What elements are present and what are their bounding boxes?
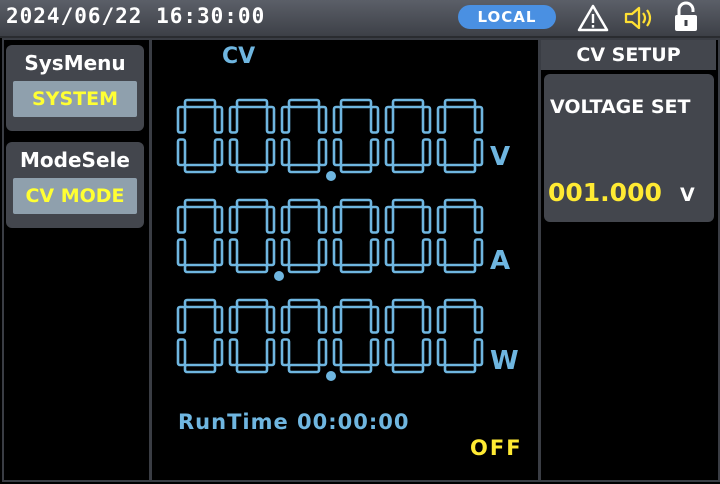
digit <box>280 298 328 374</box>
sysmenu-title: SysMenu <box>24 51 126 75</box>
voltage-set-unit: V <box>680 184 695 206</box>
current-readout <box>176 198 484 281</box>
modesele-softkey[interactable]: ModeSele CV MODE <box>6 142 144 228</box>
digit <box>228 298 276 374</box>
status-bar: 2024/06/22 16:30:00 LOCAL <box>0 0 720 38</box>
digit <box>384 98 432 174</box>
decimal-point <box>326 371 336 381</box>
speaker-icon <box>624 6 652 30</box>
sysmenu-softkey[interactable]: SysMenu SYSTEM <box>6 45 144 131</box>
digit <box>384 198 432 274</box>
lock-icon <box>675 1 697 31</box>
datetime: 2024/06/22 16:30:00 <box>6 4 266 28</box>
digit <box>436 198 484 274</box>
voltage-set-label: VOLTAGE SET <box>550 96 691 118</box>
digit <box>332 98 380 174</box>
decimal-point <box>326 171 336 181</box>
setup-title: CV SETUP <box>541 40 716 70</box>
digit <box>332 298 380 374</box>
voltage-set-value[interactable]: 001.000 <box>548 178 662 207</box>
voltage-unit: V <box>490 142 511 172</box>
digit <box>332 198 380 274</box>
digit <box>436 98 484 174</box>
power-readout <box>176 298 484 381</box>
cv-mode-value[interactable]: CV MODE <box>13 178 137 214</box>
runtime-display: RunTime 00:00:00 <box>178 410 410 434</box>
power-unit: W <box>490 346 519 376</box>
runtime-label: RunTime <box>178 410 289 434</box>
mode-indicator: CV <box>222 44 256 69</box>
system-value[interactable]: SYSTEM <box>13 81 137 117</box>
digit <box>176 298 224 374</box>
output-state: OFF <box>470 436 523 460</box>
digit <box>176 198 224 274</box>
digit <box>280 98 328 174</box>
warning-icon <box>577 4 609 32</box>
digit <box>436 298 484 374</box>
digit <box>280 198 328 274</box>
modesele-title: ModeSele <box>20 148 130 172</box>
decimal-point <box>274 271 284 281</box>
current-unit: A <box>490 246 511 276</box>
digit <box>228 98 276 174</box>
digit <box>176 98 224 174</box>
runtime-value: 00:00:00 <box>297 410 410 434</box>
digit <box>384 298 432 374</box>
digit <box>228 198 276 274</box>
voltage-set-field[interactable]: VOLTAGE SET 001.000 V <box>544 74 714 222</box>
local-mode-badge[interactable]: LOCAL <box>458 5 556 29</box>
voltage-readout <box>176 98 484 181</box>
